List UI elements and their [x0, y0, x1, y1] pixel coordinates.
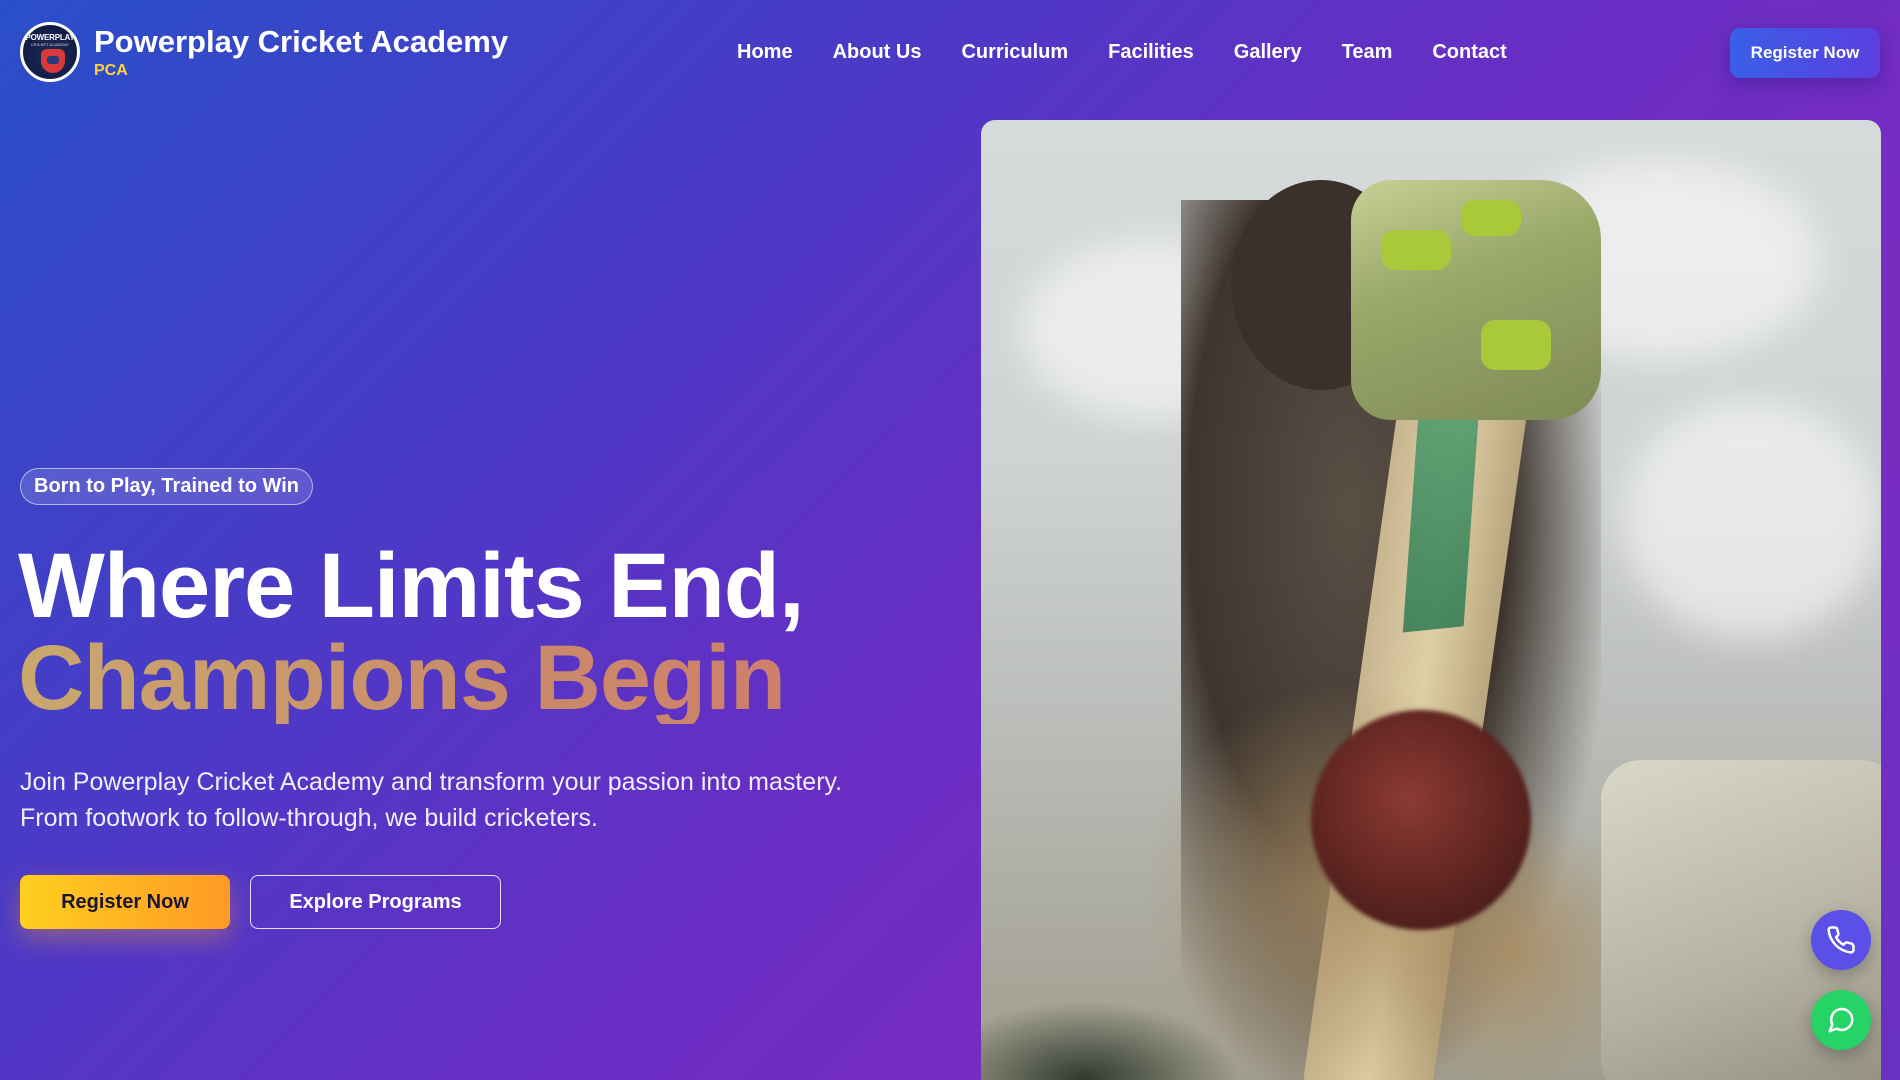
glove-padding [1381, 230, 1451, 270]
hero-badge: Born to Play, Trained to Win [20, 468, 314, 505]
hero-description: Join Powerplay Cricket Academy and trans… [20, 764, 920, 836]
headline-line-2: Champions Begin [18, 632, 918, 724]
hero-headline: Where Limits End, Champions Begin [18, 540, 918, 724]
academy-logo[interactable]: POWERPLAY CRICKET ACADEMY [20, 22, 80, 82]
glove-padding [1461, 200, 1521, 236]
chat-icon [1828, 1007, 1854, 1033]
brand[interactable]: POWERPLAY CRICKET ACADEMY Powerplay Cric… [20, 22, 508, 82]
explore-programs-button[interactable]: Explore Programs [250, 875, 501, 929]
nav-team[interactable]: Team [1342, 41, 1393, 64]
nav-about-us[interactable]: About Us [833, 41, 922, 64]
hero-description-line-1: Join Powerplay Cricket Academy and trans… [20, 768, 843, 796]
nav-curriculum[interactable]: Curriculum [961, 41, 1068, 64]
nav-home[interactable]: Home [737, 41, 793, 64]
hero-cricket-image [981, 120, 1881, 1080]
cloud-shape [1621, 400, 1881, 640]
nav-contact[interactable]: Contact [1432, 41, 1506, 64]
call-button[interactable] [1811, 910, 1871, 970]
nav-facilities[interactable]: Facilities [1108, 41, 1194, 64]
site-header: POWERPLAY CRICKET ACADEMY Powerplay Cric… [0, 0, 1900, 106]
cricket-ball [1311, 710, 1531, 930]
phone-icon [1827, 926, 1855, 954]
brand-abbreviation: PCA [94, 62, 128, 79]
register-now-button[interactable]: Register Now [20, 875, 230, 929]
header-register-button[interactable]: Register Now [1730, 28, 1880, 78]
main-nav: Home About Us Curriculum Facilities Gall… [737, 41, 1507, 64]
logo-wordmark: POWERPLAY [25, 33, 75, 42]
nav-gallery[interactable]: Gallery [1234, 41, 1302, 64]
whatsapp-chat-button[interactable] [1811, 990, 1871, 1050]
glove-padding [1481, 320, 1551, 370]
grass-shape [981, 1000, 1241, 1080]
logo-subtext: CRICKET ACADEMY [30, 42, 70, 47]
headline-line-1: Where Limits End, [18, 535, 805, 637]
logo-emblem-icon [41, 49, 65, 73]
hero-description-line-2: From footwork to follow-through, we buil… [20, 804, 598, 832]
brand-name: Powerplay Cricket Academy [94, 24, 509, 59]
